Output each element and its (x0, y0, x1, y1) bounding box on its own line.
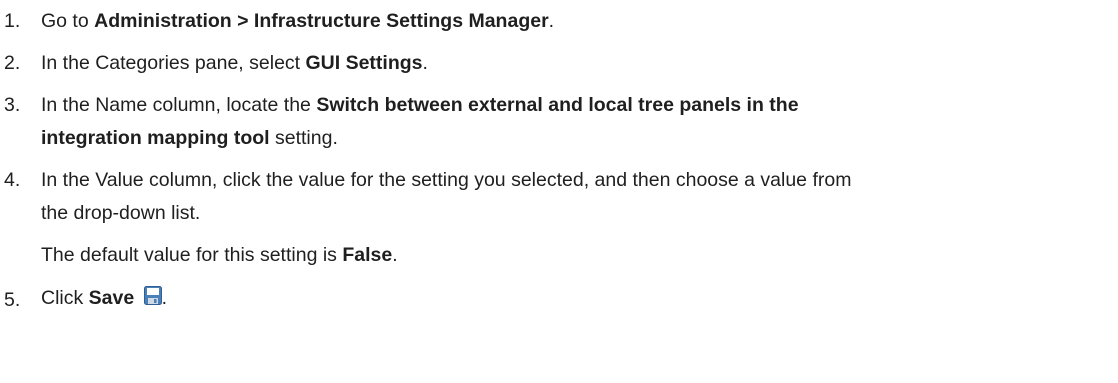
step-number: 3. (4, 94, 21, 116)
step-text: In the Categories pane, select GUI Setti… (41, 52, 1118, 74)
step-line: Click Save . (41, 286, 1118, 309)
category-name: GUI Settings (305, 52, 423, 74)
step-text: Go to Administration > Infrastructure Se… (41, 10, 1118, 32)
step-text: In the Name column, locate the Switch be… (41, 94, 1118, 149)
save-label: Save (88, 287, 135, 309)
step-text-segment: Click (41, 287, 89, 309)
step-text-segment: Go to (41, 10, 95, 32)
step-text-segment: In the Name column, locate the (41, 94, 317, 116)
step-line: The default value for this setting is Fa… (41, 244, 1118, 266)
step-text: In the Value column, click the value for… (41, 169, 1118, 224)
step-text: Click Save . (41, 286, 1118, 309)
step-line: the drop-down list. (41, 202, 1118, 224)
step-text-segment: the drop-down list. (41, 202, 201, 224)
step-number: 2. (4, 52, 21, 74)
step-text-segment: . (392, 244, 398, 266)
step-note: The default value for this setting is Fa… (41, 244, 1118, 266)
step-number: 4. (4, 169, 21, 191)
setting-name: integration mapping tool (41, 127, 270, 149)
save-icon (143, 286, 162, 305)
step-text-segment: In the Value column, click the value for… (41, 169, 852, 191)
step-text-segment: setting. (269, 127, 338, 149)
step-text-segment: In the Categories pane, select (41, 52, 306, 74)
step-line: In the Categories pane, select GUI Setti… (41, 52, 1118, 74)
step-text-segment: The default value for this setting is (41, 244, 343, 266)
setting-name: Switch between external and local tree p… (316, 94, 799, 116)
default-value: False (342, 244, 393, 266)
step-number: 5. (4, 289, 21, 311)
step-line: In the Value column, click the value for… (41, 169, 1118, 202)
step-line: Go to Administration > Infrastructure Se… (41, 10, 1118, 32)
menu-path: Administration > Infrastructure Settings… (94, 10, 549, 32)
step-text-segment: . (161, 287, 168, 309)
step-line: In the Name column, locate the Switch be… (41, 94, 1118, 127)
step-number: 1. (4, 10, 21, 32)
step-text-segment: . (422, 52, 428, 74)
step-text-segment: . (548, 10, 555, 32)
step-line: integration mapping tool setting. (41, 127, 1118, 149)
